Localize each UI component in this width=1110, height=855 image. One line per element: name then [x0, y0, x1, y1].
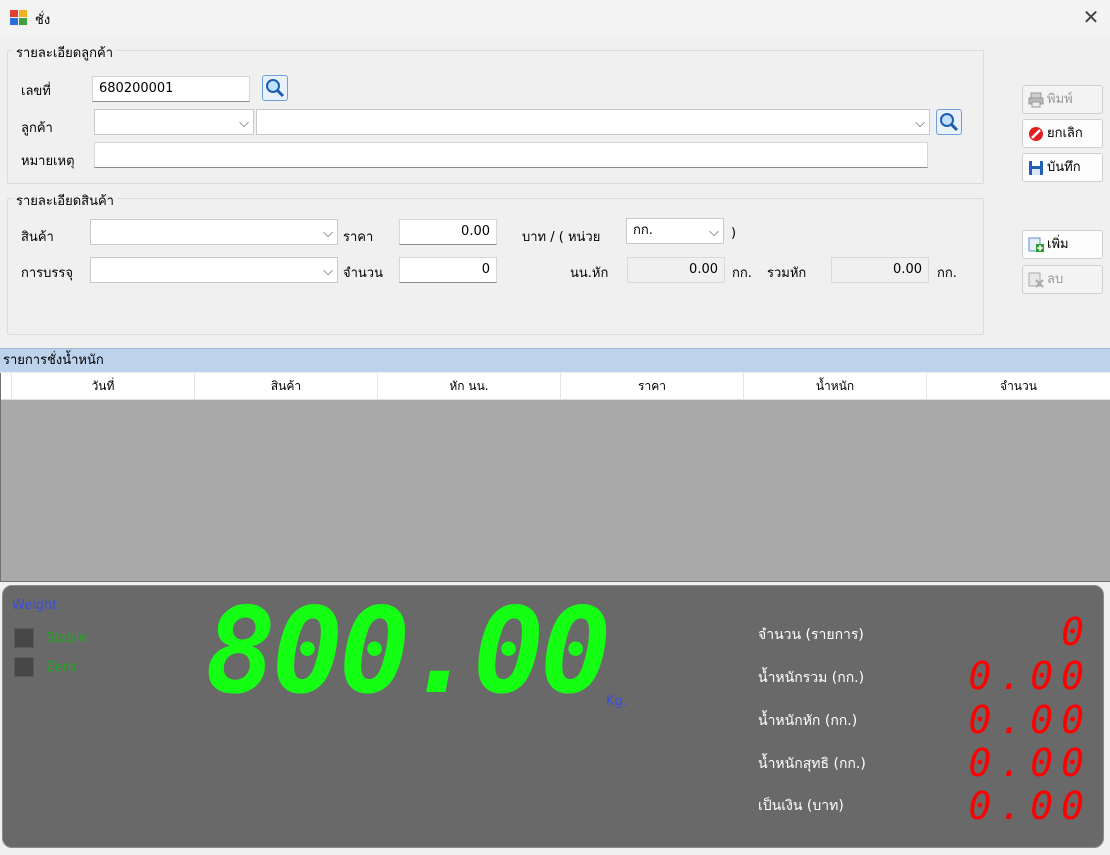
app-icon — [10, 10, 27, 25]
close-button[interactable]: ✕ — [1078, 6, 1104, 30]
number-search-button[interactable] — [262, 75, 288, 101]
window-title: ชั่ง — [35, 13, 51, 28]
deduct-field: 0.00 — [627, 257, 725, 283]
product-group-legend: รายละเอียดสินค้า — [13, 190, 117, 211]
column-price[interactable]: ราคา — [561, 373, 744, 400]
unit-value: กก. — [633, 223, 653, 238]
customer-group-legend: รายละเอียดลูกค้า — [13, 42, 116, 63]
stat-amount-value: 0.00 — [968, 784, 1092, 828]
title-bar — [0, 0, 1110, 36]
column-quantity[interactable]: จำนวน — [927, 373, 1110, 400]
weight-readout: 800.00 — [205, 582, 611, 720]
qty-label: จำนวน — [343, 266, 383, 281]
cancel-button[interactable]: ยกเลิก — [1022, 119, 1103, 148]
add-button[interactable]: เพิ่ม — [1022, 230, 1103, 259]
delete-button[interactable]: ลบ — [1022, 265, 1103, 294]
floppy-disk-icon — [1029, 161, 1043, 175]
deduct-label: นน.หัก — [570, 266, 609, 281]
zero-label: Zero — [46, 660, 76, 675]
qty-field[interactable]: 0 — [399, 257, 497, 283]
stat-count-value: 0 — [1061, 610, 1092, 654]
delete-icon — [1028, 272, 1044, 288]
printer-icon — [1028, 92, 1044, 108]
delete-button-label: ลบ — [1047, 272, 1064, 287]
stat-deduct-value: 0.00 — [968, 698, 1092, 742]
deduct-unit-label: กก. — [732, 266, 752, 281]
grid-column-header: วันที่ สินค้า หัก นน. ราคา น้ำหนัก จำนวน — [0, 373, 1110, 400]
package-select[interactable]: ⌵ — [90, 257, 338, 283]
save-button-label: บันทึก — [1047, 160, 1081, 175]
chevron-down-icon: ⌵ — [323, 226, 333, 241]
stat-amount-label: เป็นเงิน (บาท) — [758, 798, 844, 814]
total-deduct-unit-label: กก. — [937, 266, 957, 281]
print-button-label: พิมพ์ — [1047, 92, 1073, 107]
search-icon — [940, 113, 959, 132]
column-product[interactable]: สินค้า — [195, 373, 378, 400]
unit-suffix-label: ) — [731, 226, 737, 241]
stable-label: Stable — [46, 631, 88, 646]
customer-name-select[interactable]: ⌵ — [256, 109, 930, 135]
stat-gross-label: น้ำหนักรวม (กก.) — [758, 670, 865, 686]
weight-label: Weight — [12, 598, 58, 613]
chevron-down-icon: ⌵ — [709, 225, 719, 240]
column-weight[interactable]: น้ำหนัก — [744, 373, 927, 400]
column-date[interactable]: วันที่ — [12, 373, 195, 400]
unit-select[interactable]: กก. ⌵ — [626, 218, 724, 244]
package-label: การบรรจุ — [21, 266, 73, 281]
total-deduct-label: รวมหัก — [767, 266, 807, 281]
product-label: สินค้า — [21, 230, 54, 245]
stat-count-label: จำนวน (รายการ) — [758, 627, 864, 643]
number-label: เลขที่ — [21, 84, 51, 99]
stat-deduct-label: น้ำหนักหัก (กก.) — [758, 713, 858, 729]
product-select[interactable]: ⌵ — [90, 219, 338, 245]
save-button[interactable]: บันทึก — [1022, 153, 1103, 182]
column-deduct[interactable]: หัก นน. — [378, 373, 561, 400]
stat-gross-value: 0.00 — [968, 654, 1092, 698]
weight-unit-label: Kg. — [606, 694, 627, 709]
remark-label: หมายเหตุ — [21, 154, 75, 169]
cancel-button-label: ยกเลิก — [1047, 126, 1083, 141]
stat-net-label: น้ำหนักสุทธิ (กก.) — [758, 756, 866, 772]
stable-indicator — [14, 628, 34, 648]
price-label: ราคา — [343, 230, 374, 245]
grid-title: รายการชั่งน้ำหนัก — [0, 348, 1110, 372]
remark-field[interactable] — [94, 142, 928, 168]
print-button[interactable]: พิมพ์ — [1022, 85, 1103, 114]
customer-label: ลูกค้า — [21, 121, 53, 136]
row-header-cell — [0, 373, 12, 400]
chevron-down-icon: ⌵ — [915, 116, 925, 131]
customer-code-select[interactable]: ⌵ — [94, 109, 254, 135]
unit-prefix-label: บาท / ( หน่วย — [522, 230, 601, 245]
stat-net-value: 0.00 — [968, 741, 1092, 785]
search-icon — [266, 79, 285, 98]
grid-body[interactable] — [0, 400, 1110, 582]
add-button-label: เพิ่ม — [1047, 237, 1069, 252]
chevron-down-icon: ⌵ — [239, 116, 249, 131]
cancel-icon — [1029, 127, 1043, 141]
add-icon — [1028, 237, 1044, 252]
chevron-down-icon: ⌵ — [323, 264, 333, 279]
customer-search-button[interactable] — [936, 109, 962, 135]
total-deduct-field: 0.00 — [831, 257, 929, 283]
price-field[interactable]: 0.00 — [399, 219, 497, 245]
number-field[interactable]: 680200001 — [92, 76, 250, 102]
zero-indicator — [14, 657, 34, 677]
